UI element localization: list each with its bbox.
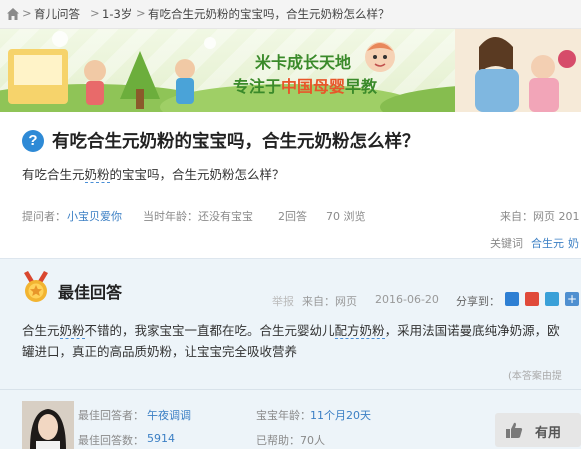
divider [0, 389, 581, 390]
asker-age: 当时年龄：还没有宝宝 [143, 210, 253, 223]
answer-keyword-link[interactable]: 配方奶粉 [334, 323, 385, 339]
question-body: 有吃合生元奶粉的宝宝吗，合生元奶粉怎么样？ [22, 167, 285, 183]
breadcrumb-item-current: 有吃合生元奶粉的宝宝吗，合生元奶粉怎么样？ [148, 7, 390, 21]
answerer-avatar[interactable] [22, 401, 74, 449]
answer-count: 2回答 [278, 210, 307, 223]
answer-keyword-link[interactable]: 奶粉 [59, 323, 85, 339]
useful-button[interactable]: 有用 [495, 413, 581, 447]
breadcrumb-item-parenting-qa[interactable]: 育儿问答 [34, 6, 80, 22]
answer-source: 来自：网页 [302, 295, 357, 308]
view-count: 70 浏览 [326, 210, 366, 223]
medal-icon [24, 271, 48, 302]
asker-label: 提问者： [22, 210, 66, 223]
keywords-label: 关键词 [490, 237, 523, 250]
best-answer-text: 合生元奶粉不错的，我家宝宝一直都在吃。合生元婴幼儿配方奶粉，采用法国诺曼底纯净奶… [22, 323, 560, 359]
share-more-icon[interactable]: + [565, 292, 579, 306]
baby-age-label: 宝宝年龄： [256, 409, 311, 422]
baby-age: 11个月20天 [310, 409, 371, 422]
home-icon[interactable] [6, 7, 20, 21]
answers-count-label: 最佳回答数： [78, 434, 144, 447]
banner-slogan-highlight: 中国母婴 [281, 77, 346, 96]
question-mark-icon: ? [22, 130, 44, 152]
banner-slogan-line1: 米卡成长天地 [255, 53, 352, 72]
mother-child-illustration [455, 29, 581, 112]
best-answer-heading: 最佳回答 [58, 283, 123, 302]
answerer-name[interactable]: 午夜调调 [147, 407, 191, 423]
keyword-link[interactable]: 合生元 [531, 235, 564, 251]
question-keyword-link[interactable]: 奶粉 [84, 167, 110, 183]
share-label: 分享到： [456, 295, 500, 308]
baby-face-icon [365, 42, 395, 72]
useful-label: 有用 [535, 426, 562, 441]
answer-date: 2016-06-20 [375, 293, 439, 306]
best-answer-section: 最佳回答 举报 来自：网页 2016-06-20 分享到： + 合生元奶粉不错的… [0, 258, 581, 449]
breadcrumb-separator: > [90, 6, 100, 20]
banner-slogan-line2: 专注于中国母婴早教 [233, 77, 378, 96]
banner[interactable]: 米卡成长天地 专注于中国母婴早教 [0, 29, 581, 112]
keyword-link[interactable]: 奶 [568, 235, 579, 251]
breadcrumb: > 育儿问答 > 1-3岁 > 有吃合生元奶粉的宝宝吗，合生元奶粉怎么样？ [0, 0, 581, 29]
banner-kids-illustration [8, 31, 216, 109]
answer-source-note: (本答案由提 [508, 371, 562, 382]
answers-count: 5914 [147, 432, 175, 445]
share-qzone-icon[interactable] [505, 292, 519, 306]
breadcrumb-separator: > [136, 6, 146, 20]
question-section: ? 有吃合生元奶粉的宝宝吗，合生元奶粉怎么样？ 有吃合生元奶粉的宝宝吗，合生元奶… [0, 113, 581, 258]
breadcrumb-separator: > [22, 6, 32, 20]
asker-name[interactable]: 小宝贝爱你 [67, 208, 122, 224]
breadcrumb-item-age[interactable]: 1-3岁 [102, 6, 132, 22]
report-link[interactable]: 举报 [272, 293, 294, 309]
helped-count: 已帮助：70人 [256, 434, 325, 447]
share-tencent-icon[interactable] [545, 292, 559, 306]
share-weibo-icon[interactable] [525, 292, 539, 306]
thumbs-up-icon [506, 422, 523, 438]
answerer-label: 最佳回答者： [78, 409, 144, 422]
question-title: 有吃合生元奶粉的宝宝吗，合生元奶粉怎么样？ [52, 132, 420, 152]
question-source: 来自：网页 201 [500, 210, 580, 223]
